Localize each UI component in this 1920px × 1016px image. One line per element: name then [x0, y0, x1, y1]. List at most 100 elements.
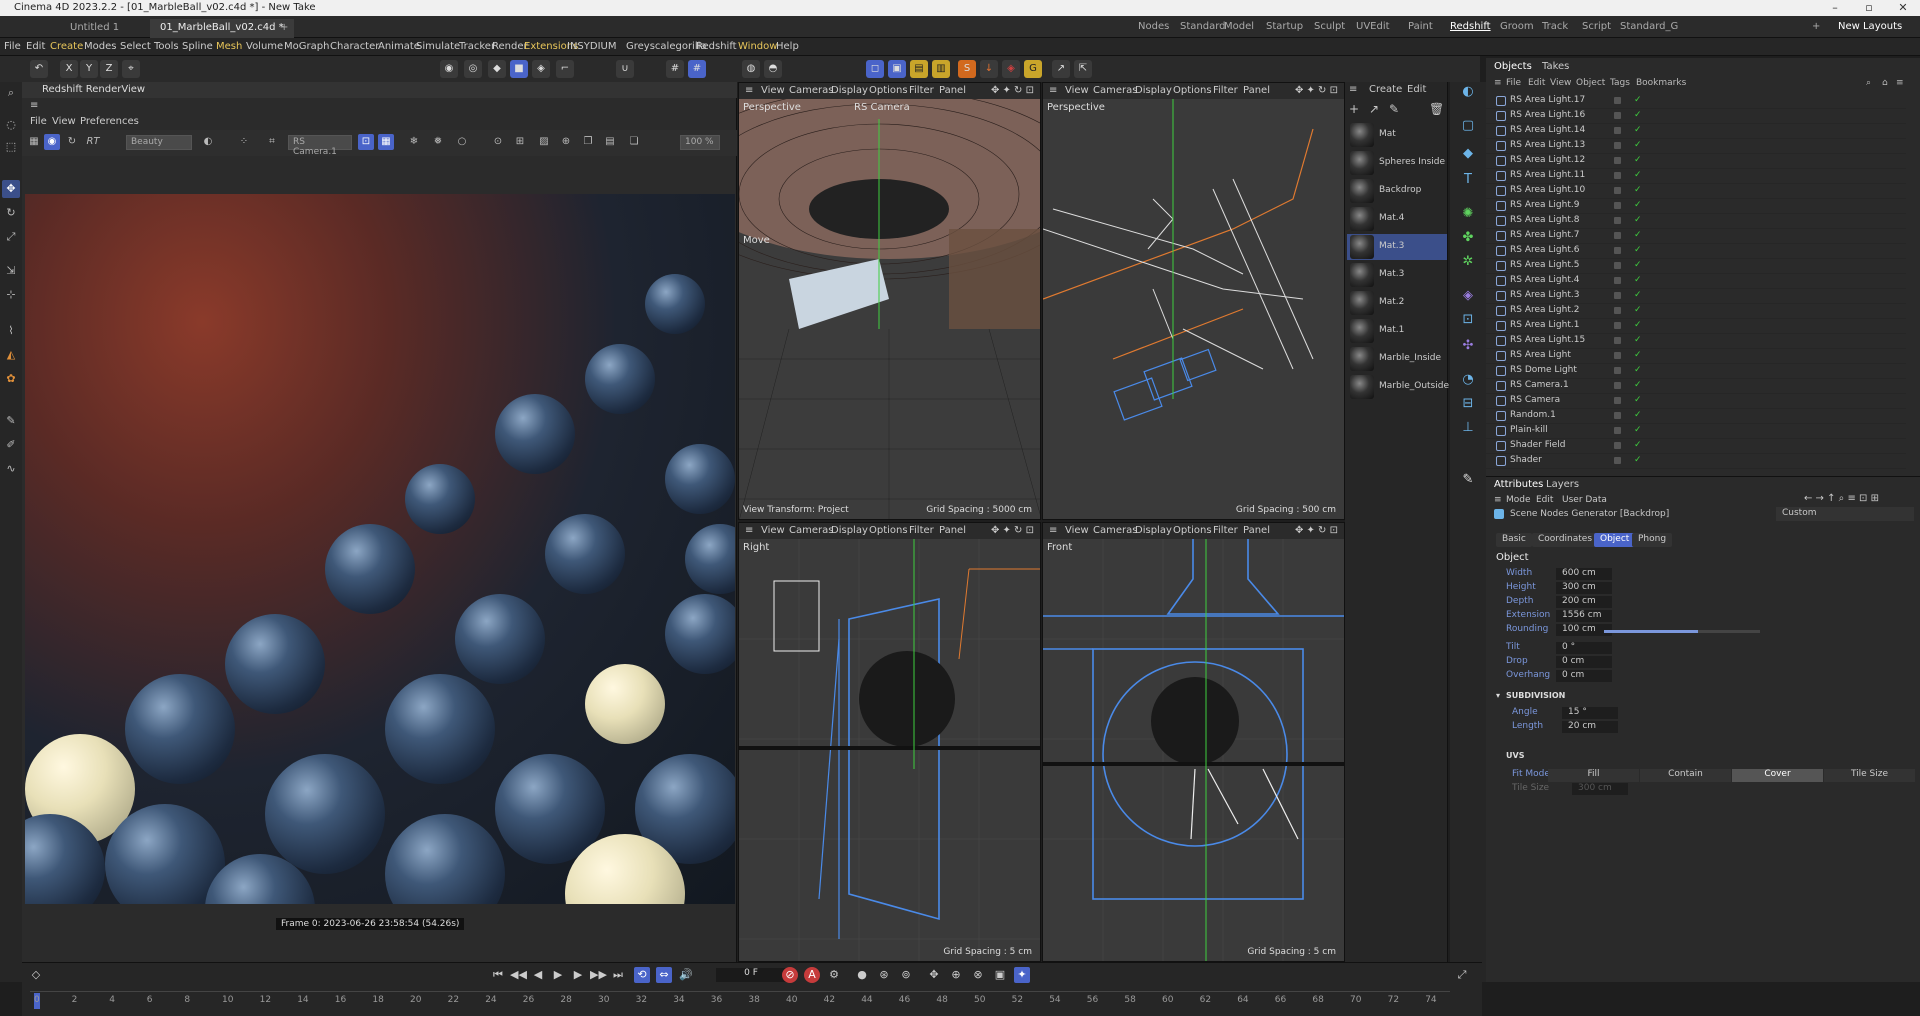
image-icon[interactable]: ▣: [888, 60, 906, 78]
brush-icon[interactable]: ✿: [2, 370, 20, 388]
visibility-dot[interactable]: [1614, 202, 1621, 209]
mat-add-icon[interactable]: +: [1349, 102, 1359, 116]
object-row[interactable]: Random.1 ✓: [1486, 409, 1906, 424]
next-frame-icon[interactable]: ▶: [570, 967, 586, 983]
visibility-dot[interactable]: [1614, 337, 1621, 344]
goto-start-icon[interactable]: ⏮: [490, 967, 506, 983]
layout-startup[interactable]: Startup: [1266, 21, 1303, 32]
live-select-icon[interactable]: ◌: [2, 116, 20, 134]
vp3-hamburger-icon[interactable]: ≡: [745, 525, 753, 536]
model-mode-icon[interactable]: ◉: [440, 60, 458, 78]
enable-check-icon[interactable]: ✓: [1634, 380, 1642, 390]
subdivision-header-icon[interactable]: ▾: [1496, 691, 1500, 700]
object-row[interactable]: Shader ✓: [1486, 454, 1906, 469]
object-row[interactable]: Shader Field ✓: [1486, 439, 1906, 454]
mat-link-icon[interactable]: ↗: [1369, 102, 1379, 116]
material-item[interactable]: Mat.2: [1347, 290, 1447, 316]
enable-check-icon[interactable]: ✓: [1634, 260, 1642, 270]
visibility-dot[interactable]: [1614, 97, 1621, 104]
enable-check-icon[interactable]: ✓: [1634, 275, 1642, 285]
viewport-perspective-2[interactable]: View Cameras Display Options Filter Panel ≡ ✥ ✦…: [1042, 82, 1345, 520]
menu-greyscalegorilla[interactable]: Greyscalegorilla: [626, 41, 707, 52]
knife-icon[interactable]: ⌇: [2, 322, 20, 340]
enable-check-icon[interactable]: ✓: [1634, 365, 1642, 375]
attr-menu-edit[interactable]: Edit: [1536, 495, 1553, 505]
vp3-menu-options[interactable]: Options: [869, 525, 908, 536]
vp2-menu-filter[interactable]: Filter: [1213, 85, 1238, 96]
coord-system-icon[interactable]: ⌖: [122, 60, 140, 78]
tab-layers[interactable]: Layers: [1546, 479, 1579, 490]
visibility-dot[interactable]: [1614, 457, 1621, 464]
null-icon[interactable]: ▢: [1458, 116, 1478, 136]
object-row[interactable]: RS Area Light.9 ✓: [1486, 199, 1906, 214]
material-item[interactable]: Mat.4: [1347, 206, 1447, 232]
field-value-overhang[interactable]: 0 cm: [1556, 670, 1612, 682]
camera-create-icon[interactable]: ⊡: [1458, 310, 1478, 330]
vp3-menu-cameras[interactable]: Cameras: [789, 525, 833, 536]
rv-grid-icon[interactable]: ⁘: [236, 134, 252, 150]
sub-value-length[interactable]: 20 cm: [1562, 721, 1618, 733]
new-tab-icon[interactable]: +: [270, 19, 298, 38]
layout-standard[interactable]: Standard: [1180, 21, 1226, 32]
layout-redshift[interactable]: Redshift: [1450, 21, 1491, 32]
enable-check-icon[interactable]: ✓: [1634, 125, 1642, 135]
attr-hamburger-icon[interactable]: ≡: [1494, 495, 1502, 505]
vp3-menu-panel[interactable]: Panel: [939, 525, 966, 536]
enable-check-icon[interactable]: ✓: [1634, 170, 1642, 180]
object-row[interactable]: RS Area Light.2 ✓: [1486, 304, 1906, 319]
material-item[interactable]: Mat.3: [1347, 234, 1447, 260]
menu-tracker[interactable]: Tracker: [459, 41, 495, 52]
select-tools-icon[interactable]: ⬚: [2, 138, 20, 156]
key-pla-icon[interactable]: ⊕: [948, 967, 964, 983]
vp2-menu-display[interactable]: Display: [1135, 85, 1172, 96]
prev-frame-icon[interactable]: ◀: [530, 967, 546, 983]
fit-cover-button[interactable]: Cover: [1732, 769, 1823, 782]
enable-check-icon[interactable]: ✓: [1634, 305, 1642, 315]
vp2-menu-view[interactable]: View: [1065, 85, 1089, 96]
menu-edit[interactable]: Edit: [26, 41, 45, 52]
layout-uvedit[interactable]: UVEdit: [1356, 21, 1390, 32]
enable-check-icon[interactable]: ✓: [1634, 110, 1642, 120]
visibility-dot[interactable]: [1614, 427, 1621, 434]
rv-fit-icon[interactable]: ⊞: [512, 134, 528, 150]
layout-nodes[interactable]: Nodes: [1138, 21, 1169, 32]
preset-select[interactable]: Custom: [1776, 507, 1914, 521]
viewport-right[interactable]: View Cameras Display Options Filter Panel ≡ ✥ ✦…: [738, 522, 1041, 962]
layout-track[interactable]: Track: [1542, 21, 1568, 32]
field-value-height[interactable]: 300 cm: [1556, 582, 1612, 594]
close-icon[interactable]: ✕: [1886, 0, 1920, 16]
rv-color-icon[interactable]: ◐: [200, 134, 216, 150]
menu-animate[interactable]: Animate: [378, 41, 420, 52]
visibility-dot[interactable]: [1614, 172, 1621, 179]
vp2-menu-panel[interactable]: Panel: [1243, 85, 1270, 96]
attr-menu-mode[interactable]: Mode: [1506, 495, 1531, 505]
tab-untitled[interactable]: Untitled 1: [60, 19, 129, 38]
fit-contain-button[interactable]: Contain: [1640, 769, 1731, 782]
enable-check-icon[interactable]: ✓: [1634, 215, 1642, 225]
camera-select[interactable]: RS Camera.1: [288, 135, 352, 157]
enable-check-icon[interactable]: ✓: [1634, 425, 1642, 435]
object-row[interactable]: RS Area Light.17 ✓: [1486, 94, 1906, 109]
rv-image-icon[interactable]: ▨: [536, 134, 552, 150]
texture-mode-icon[interactable]: ◎: [464, 60, 482, 78]
key-pos-icon[interactable]: ●: [854, 967, 870, 983]
rv-hamburger-icon[interactable]: ≡: [30, 100, 38, 111]
visibility-dot[interactable]: [1614, 127, 1621, 134]
enable-check-icon[interactable]: ✓: [1634, 290, 1642, 300]
zoom-select[interactable]: 100 %: [680, 135, 720, 150]
object-row[interactable]: RS Area Light.14 ✓: [1486, 124, 1906, 139]
rv-focus-icon[interactable]: ⊙: [490, 134, 506, 150]
record-icon[interactable]: ⊘: [782, 967, 798, 983]
menu-spline[interactable]: Spline: [182, 41, 213, 52]
btn-basic[interactable]: Basic: [1496, 533, 1532, 547]
export-icon[interactable]: ⇱: [1074, 60, 1092, 78]
material-item[interactable]: Mat.3: [1347, 262, 1447, 288]
rv-copy-icon[interactable]: ❐: [580, 134, 596, 150]
object-mode-icon[interactable]: ■: [510, 60, 528, 78]
visibility-dot[interactable]: [1614, 292, 1621, 299]
vp4-menu-panel[interactable]: Panel: [1243, 525, 1270, 536]
autokey-icon[interactable]: A: [804, 967, 820, 983]
attr-menu-userdata[interactable]: User Data: [1562, 495, 1607, 505]
visibility-dot[interactable]: [1614, 442, 1621, 449]
menu-select[interactable]: Select: [120, 41, 151, 52]
